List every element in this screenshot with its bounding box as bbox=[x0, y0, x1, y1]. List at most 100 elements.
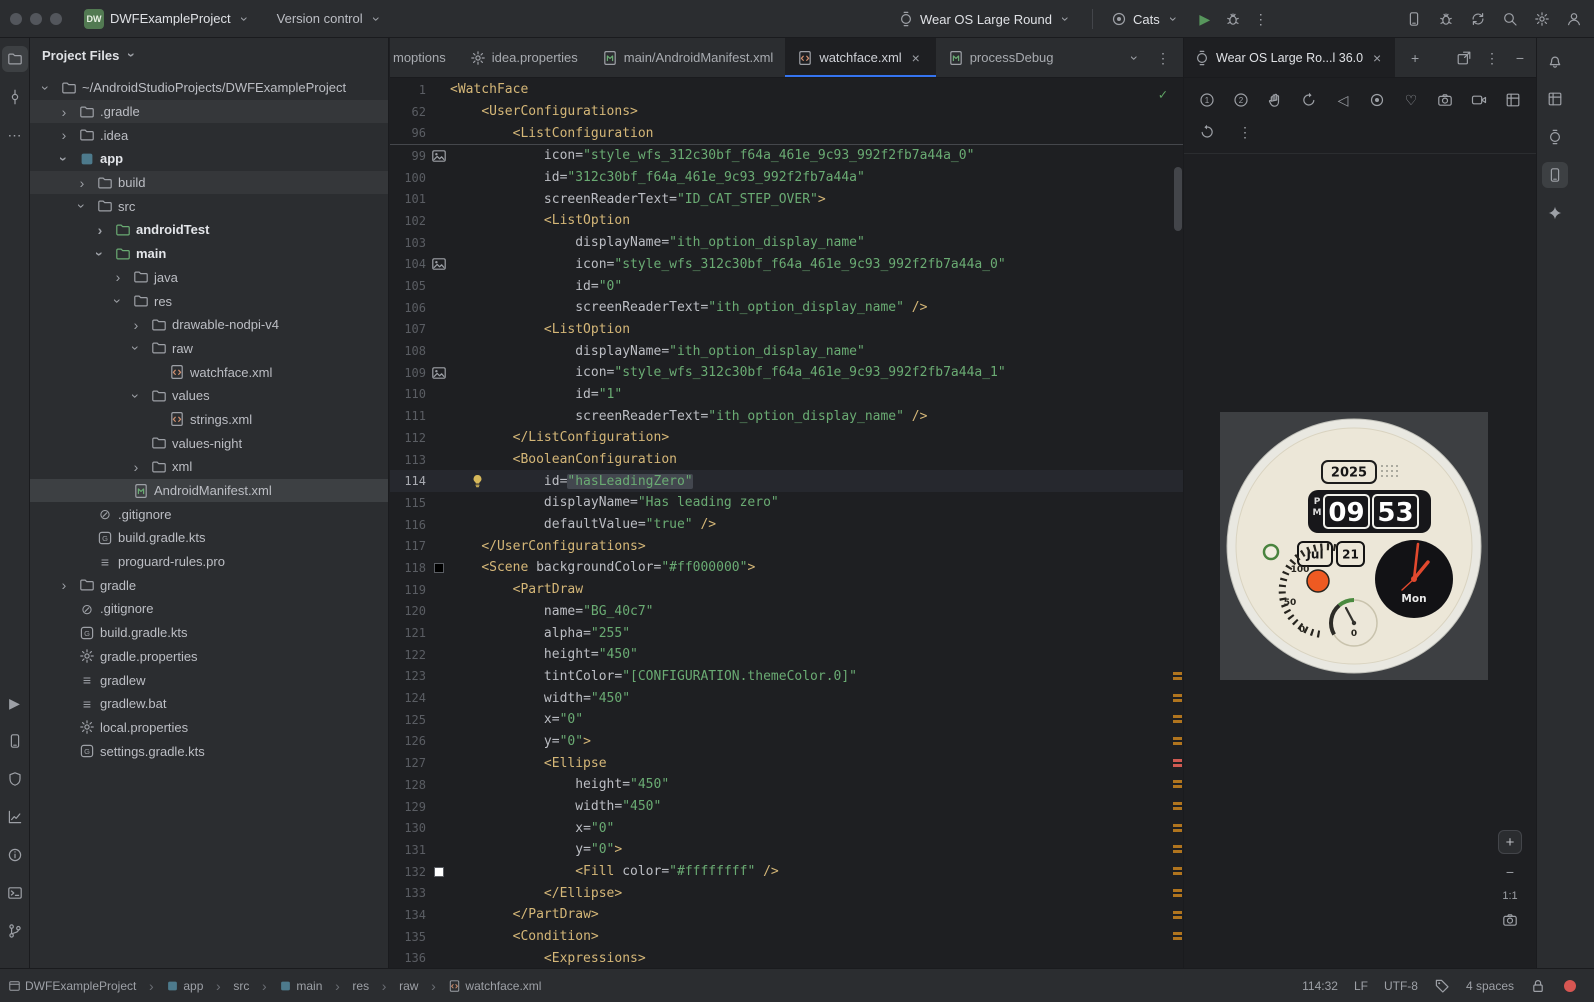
line-number[interactable]: 133 bbox=[390, 886, 428, 900]
code-line-113[interactable]: 113 <BooleanConfiguration bbox=[390, 449, 1183, 471]
snapshot-button[interactable] bbox=[1500, 87, 1526, 113]
chevron-right-icon[interactable]: › bbox=[128, 459, 144, 475]
code-line-130[interactable]: 130 x="0" bbox=[390, 817, 1183, 839]
device-more-button[interactable]: ⋮ bbox=[1232, 119, 1258, 145]
line-number[interactable]: 127 bbox=[390, 756, 428, 770]
line-number[interactable]: 125 bbox=[390, 713, 428, 727]
more-run-actions[interactable]: ⋮ bbox=[1248, 6, 1274, 32]
line-number[interactable]: 120 bbox=[390, 604, 428, 618]
line-number[interactable]: 135 bbox=[390, 930, 428, 944]
line-number[interactable]: 128 bbox=[390, 778, 428, 792]
chevron-right-icon[interactable]: › bbox=[56, 127, 72, 143]
chevron-down-icon[interactable]: › bbox=[38, 80, 54, 96]
highlighting-level-icon[interactable] bbox=[1434, 978, 1450, 994]
chevron-down-icon[interactable]: › bbox=[128, 340, 144, 356]
line-number[interactable]: 119 bbox=[390, 583, 428, 597]
tree-item-res[interactable]: › res bbox=[30, 289, 388, 313]
code-line-118[interactable]: 118 <Scene backgroundColor="#ff000000"> bbox=[390, 557, 1183, 579]
code-line-103[interactable]: 103 displayName="ith_option_display_name… bbox=[390, 232, 1183, 254]
heart-rate-button[interactable]: ♡ bbox=[1398, 87, 1424, 113]
run-button[interactable]: ▶ bbox=[1192, 6, 1218, 32]
close-tab-icon[interactable]: × bbox=[908, 50, 924, 66]
caret-position[interactable]: 114:32 bbox=[1302, 979, 1338, 993]
add-device-button[interactable]: + bbox=[1407, 50, 1423, 66]
terminal-tool-button[interactable] bbox=[2, 880, 28, 906]
drawable-preview-icon[interactable] bbox=[431, 256, 447, 272]
code-line-114[interactable]: 114 id="hasLeadingZero" bbox=[390, 470, 1183, 493]
line-number[interactable]: 130 bbox=[390, 821, 428, 835]
line-number[interactable]: 134 bbox=[390, 908, 428, 922]
line-number[interactable]: 103 bbox=[390, 236, 428, 250]
code-line-101[interactable]: 101 screenReaderText="ID_CAT_STEP_OVER"> bbox=[390, 188, 1183, 210]
tree-item-gradlew[interactable]: ≡ gradlew bbox=[30, 668, 388, 692]
code-line-115[interactable]: 115 displayName="Has leading zero" bbox=[390, 492, 1183, 514]
inspection-ok-icon[interactable]: ✓ bbox=[1159, 87, 1167, 103]
line-number[interactable]: 100 bbox=[390, 171, 428, 185]
code-editor[interactable]: 1 <WatchFace 62 <UserConfigurations> 96 <Li… bbox=[390, 79, 1183, 968]
open-in-window-icon[interactable] bbox=[1456, 50, 1472, 66]
chevron-down-icon[interactable]: › bbox=[56, 151, 72, 167]
line-number[interactable]: 101 bbox=[390, 192, 428, 206]
tree-item-proguard-rules-pro[interactable]: ≡ proguard-rules.pro bbox=[30, 550, 388, 574]
device-screen[interactable]: 2025 P M 09 53 Jul 21 Mon 100 50 0 0 bbox=[1220, 412, 1488, 680]
tree-item-gradle[interactable]: › gradle bbox=[30, 573, 388, 597]
line-number[interactable]: 126 bbox=[390, 734, 428, 748]
code-line-100[interactable]: 100 id="312c30bf_f64a_461e_9c93_992f2fb7… bbox=[390, 167, 1183, 189]
bug-report-icon[interactable] bbox=[1438, 11, 1454, 27]
tree-item-settings-gradle-kts[interactable]: Gsettings.gradle.kts bbox=[30, 739, 388, 763]
code-line-134[interactable]: 134 </PartDraw> bbox=[390, 904, 1183, 926]
code-line-129[interactable]: 129 width="450" bbox=[390, 796, 1183, 818]
line-number[interactable]: 115 bbox=[390, 496, 428, 510]
breadcrumb-item-app[interactable]: app bbox=[166, 979, 203, 993]
line-number[interactable]: 116 bbox=[390, 518, 428, 532]
code-body[interactable]: 99 icon="style_wfs_312c30bf_f64a_461e_9c… bbox=[390, 145, 1183, 968]
tree-item-androidmanifest-xml[interactable]: AndroidManifest.xml bbox=[30, 478, 388, 503]
code-line-123[interactable]: 123 tintColor="[CONFIGURATION.themeColor… bbox=[390, 666, 1183, 688]
tree-item-androidtest[interactable]: › androidTest bbox=[30, 218, 388, 242]
run-tool-button[interactable]: ▶ bbox=[2, 690, 28, 716]
chevron-right-icon[interactable]: › bbox=[128, 317, 144, 333]
tree-item-build-gradle-kts[interactable]: Gbuild.gradle.kts bbox=[30, 621, 388, 645]
indent-style[interactable]: 4 spaces bbox=[1466, 979, 1514, 993]
tab-watchface-xml[interactable]: watchface.xml × bbox=[785, 38, 936, 77]
code-line-116[interactable]: 116 defaultValue="true" /> bbox=[390, 514, 1183, 536]
line-number[interactable]: 105 bbox=[390, 279, 428, 293]
run-config-selector[interactable]: Cats › bbox=[1103, 6, 1190, 32]
screenshot-button[interactable] bbox=[1502, 912, 1518, 928]
zoom-out-button[interactable]: − bbox=[1502, 864, 1518, 880]
tree-item-gradlew-bat[interactable]: ≡ gradlew.bat bbox=[30, 692, 388, 716]
reset-button[interactable] bbox=[1194, 119, 1220, 145]
tree-item-raw[interactable]: › raw bbox=[30, 337, 388, 361]
tree-item-gradle-properties[interactable]: gradle.properties bbox=[30, 645, 388, 669]
line-number[interactable]: 114 bbox=[390, 474, 428, 488]
hidden-tabs-icon[interactable]: › bbox=[1127, 50, 1143, 66]
breadcrumb-item-res[interactable]: res bbox=[352, 979, 369, 993]
line-number[interactable]: 99 bbox=[390, 149, 428, 163]
zoom-in-button[interactable]: + bbox=[1498, 830, 1522, 854]
tree-item-build-gradle-kts[interactable]: Gbuild.gradle.kts bbox=[30, 526, 388, 550]
tree-item-values[interactable]: › values bbox=[30, 384, 388, 408]
code-line-102[interactable]: 102 <ListOption bbox=[390, 210, 1183, 232]
zoom-ratio[interactable]: 1:1 bbox=[1502, 890, 1517, 902]
tree-item-main[interactable]: › main bbox=[30, 242, 388, 266]
chevron-right-icon[interactable]: › bbox=[110, 269, 126, 285]
running-device-tab[interactable]: Wear OS Large Ro...l 36.0 × bbox=[1184, 38, 1396, 77]
screen-record-button[interactable] bbox=[1466, 87, 1492, 113]
code-line-136[interactable]: 136 <Expressions> bbox=[390, 948, 1183, 969]
line-number[interactable]: 109 bbox=[390, 366, 428, 380]
line-number[interactable]: 104 bbox=[390, 257, 428, 271]
code-line-108[interactable]: 108 displayName="ith_option_display_name… bbox=[390, 340, 1183, 362]
tab-main-androidmanifest-xml[interactable]: main/AndroidManifest.xml bbox=[590, 38, 786, 77]
chevron-down-icon[interactable]: › bbox=[92, 246, 108, 262]
vcs-widget[interactable]: Version control › bbox=[269, 6, 393, 32]
code-line-104[interactable]: 104 icon="style_wfs_312c30bf_f64a_461e_9… bbox=[390, 254, 1183, 276]
tab-processdebug[interactable]: processDebug bbox=[936, 38, 1066, 77]
code-line-125[interactable]: 125 x="0" bbox=[390, 709, 1183, 731]
tab-moptions[interactable]: moptions bbox=[390, 38, 458, 77]
code-line-120[interactable]: 120 name="BG_40c7" bbox=[390, 601, 1183, 623]
version-control-tool-button[interactable] bbox=[2, 918, 28, 944]
tab-options-icon[interactable]: ⋮ bbox=[1155, 50, 1171, 66]
breadcrumb-item-watchface-xml[interactable]: watchface.xml bbox=[448, 979, 541, 993]
build-tool-button[interactable] bbox=[2, 766, 28, 792]
code-line-117[interactable]: 117 </UserConfigurations> bbox=[390, 535, 1183, 557]
